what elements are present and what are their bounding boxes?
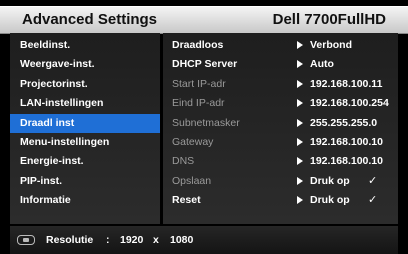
menu-item-informatie[interactable]: Informatie <box>10 191 160 210</box>
setting-value-text: Verbond <box>310 39 353 51</box>
setting-value-text: 192.168.100.10 <box>310 155 383 168</box>
setting-value: 192.168.100.10 <box>297 133 383 152</box>
setting-row-gateway[interactable]: Gateway 192.168.100.10 <box>163 133 398 152</box>
arrow-right-icon <box>297 118 303 127</box>
setting-label: Subnetmasker <box>172 116 240 129</box>
menu-item-pip-inst[interactable]: PIP-inst. <box>10 172 160 191</box>
setting-label: Start IP-adr <box>172 77 226 90</box>
arrow-right-icon <box>297 60 303 69</box>
model-name: Dell 7700FullHD <box>272 11 386 28</box>
menu-item-energie-inst[interactable]: Energie-inst. <box>10 152 160 171</box>
settings-panel: Draadloos Verbond DHCP Server Auto Start… <box>163 33 398 224</box>
setting-label: Draadloos <box>172 39 224 51</box>
setting-value: Druk op <box>297 191 350 210</box>
setting-value-text: 255.255.255.0 <box>310 116 378 129</box>
osd-header: Advanced Settings Dell 7700FullHD <box>0 6 408 34</box>
setting-row-draadloos[interactable]: Draadloos Verbond <box>163 36 398 55</box>
setting-value: Auto <box>297 55 334 74</box>
setting-value-text: 192.168.100.254 <box>310 97 389 110</box>
setting-value: Druk op <box>297 172 350 191</box>
setting-value: 192.168.100.254 <box>297 94 389 113</box>
resolution-separator: : <box>106 234 110 246</box>
setting-row-subnetmasker[interactable]: Subnetmasker 255.255.255.0 <box>163 114 398 133</box>
setting-value-text: Druk op <box>310 194 350 207</box>
menu-item-menu-instellingen[interactable]: Menu-instellingen <box>10 133 160 152</box>
setting-value-text: Druk op <box>310 174 350 187</box>
input-source-icon <box>17 235 35 245</box>
arrow-right-icon <box>297 137 303 146</box>
setting-label: DNS <box>172 155 195 168</box>
setting-value-text: 192.168.100.11 <box>310 77 383 90</box>
resolution-height: 1080 <box>170 234 194 246</box>
setting-value: 192.168.100.11 <box>297 75 382 94</box>
setting-row-dhcp-server[interactable]: DHCP Server Auto <box>163 55 398 74</box>
arrow-right-icon <box>297 41 303 49</box>
arrow-right-icon <box>297 176 303 185</box>
setting-value-text: 192.168.100.10 <box>310 135 383 148</box>
arrow-right-icon <box>297 99 303 108</box>
setting-label: Opslaan <box>172 174 212 187</box>
menu-item-beeldinst[interactable]: Beeldinst. <box>10 36 160 55</box>
setting-value-text: Auto <box>310 58 334 71</box>
arrow-right-icon <box>297 79 303 88</box>
setting-label: Eind IP-adr <box>172 97 225 110</box>
projector-osd: Advanced Settings Dell 7700FullHD Beeldi… <box>0 0 408 254</box>
setting-row-eind-ip[interactable]: Eind IP-adr 192.168.100.254 <box>163 94 398 113</box>
setting-label: Reset <box>172 194 201 207</box>
menu-item-weergave-inst[interactable]: Weergave-inst. <box>10 55 160 74</box>
check-icon: ✓ <box>368 194 378 207</box>
resolution-width: 1920 <box>120 234 144 246</box>
menu-item-projectorinst[interactable]: Projectorinst. <box>10 75 160 94</box>
setting-value: 192.168.100.10 <box>297 152 383 171</box>
arrow-right-icon <box>297 157 303 166</box>
menu-item-lan-instellingen[interactable]: LAN-instellingen <box>10 94 160 113</box>
resolution-x: x <box>153 234 159 246</box>
setting-row-opslaan[interactable]: Opslaan Druk op ✓ <box>163 172 398 191</box>
setting-value: Verbond <box>297 36 352 55</box>
setting-row-start-ip[interactable]: Start IP-adr 192.168.100.11 <box>163 75 398 94</box>
menu-panel: Beeldinst. Weergave-inst. Projectorinst.… <box>10 33 160 224</box>
setting-label: DHCP Server <box>172 58 238 71</box>
setting-label: Gateway <box>172 135 214 148</box>
check-icon: ✓ <box>368 174 378 187</box>
setting-row-dns[interactable]: DNS 192.168.100.10 <box>163 152 398 171</box>
arrow-right-icon <box>297 196 303 205</box>
setting-value: 255.255.255.0 <box>297 114 377 133</box>
status-bar: Resolutie : 1920 x 1080 <box>10 226 398 254</box>
resolution-label: Resolutie <box>46 234 94 246</box>
page-title: Advanced Settings <box>22 11 158 28</box>
menu-item-draadl-inst[interactable]: Draadl inst <box>10 113 160 133</box>
setting-row-reset[interactable]: Reset Druk op ✓ <box>163 191 398 210</box>
